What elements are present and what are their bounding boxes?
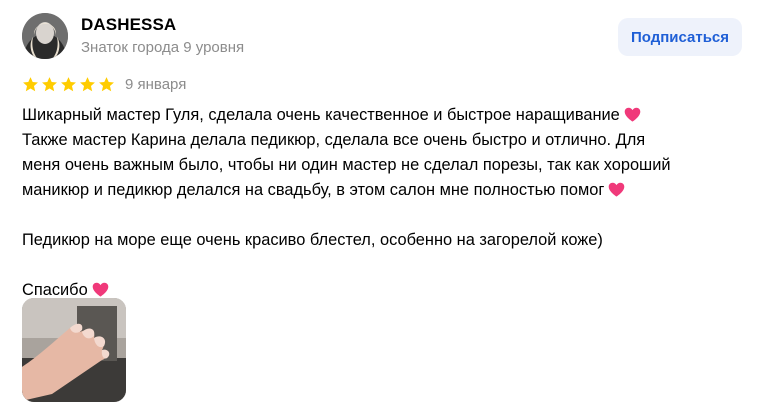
star-icon <box>42 77 57 92</box>
star-icon <box>61 77 76 92</box>
review-text: Шикарный мастер Гуля, сделала очень каче… <box>22 103 742 303</box>
author-level: Знаток города 9 уровня <box>81 39 245 56</box>
review-line: Спасибо <box>22 278 742 303</box>
subscribe-button[interactable]: Подписаться <box>618 18 742 56</box>
star-icon <box>99 77 114 92</box>
review-date: 9 января <box>125 76 187 93</box>
star-icon <box>80 77 95 92</box>
heart-icon <box>624 107 641 122</box>
review-line: Шикарный мастер Гуля, сделала очень каче… <box>22 103 742 128</box>
star-icon <box>23 77 38 92</box>
heart-icon <box>609 182 625 197</box>
review-line: меня очень важным было, чтобы ни один ма… <box>22 156 671 174</box>
paragraph-spacer <box>22 253 742 278</box>
review-photo-thumbnail[interactable] <box>22 298 126 402</box>
review-card: DASHESSA Знаток города 9 уровня Подписат… <box>0 0 762 410</box>
heart-icon <box>92 282 108 297</box>
author-name[interactable]: DASHESSA <box>81 15 176 35</box>
rating-stars <box>22 76 115 93</box>
review-line: Педикюр на море еще очень красиво блесте… <box>22 231 603 249</box>
review-line: Также мастер Карина делала педикюр, сдел… <box>22 131 646 149</box>
avatar[interactable] <box>22 13 68 59</box>
paragraph-spacer <box>22 203 742 228</box>
review-line: маникюр и педикюр делался на свадьбу, в … <box>22 178 742 203</box>
